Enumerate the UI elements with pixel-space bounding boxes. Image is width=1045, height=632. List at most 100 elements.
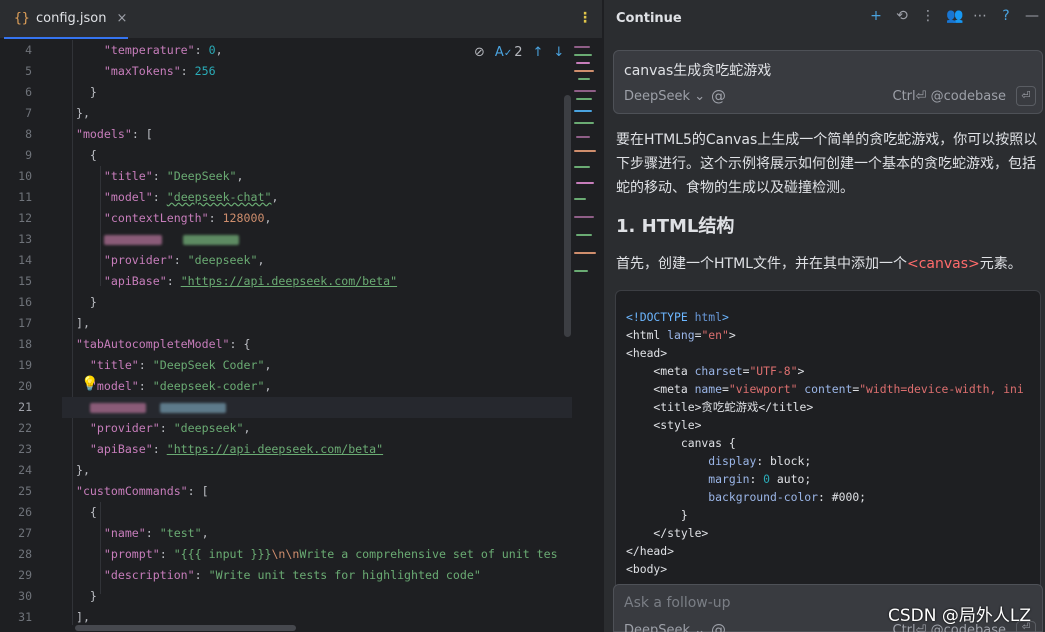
arrow-down-icon[interactable]: ↓ [553, 45, 564, 60]
at-mention-icon[interactable]: @ [711, 87, 726, 105]
json-string: "deepseek-chat" [166, 190, 272, 204]
json-string: "deepseek-coder" [152, 379, 265, 393]
panel-title: Continue [616, 11, 682, 26]
code-token: > [728, 328, 736, 342]
line-number: 18 [18, 337, 32, 351]
code-token: charset [694, 364, 743, 378]
panel-header: Continue + ⟲ ⋮ 👥 ⋯ ? — [604, 0, 1045, 39]
code-token: content [797, 382, 853, 396]
code-token: <!DOCTYPE [626, 310, 695, 324]
code-token: : [749, 472, 764, 486]
code-line: </style> [626, 526, 709, 540]
code-line: <head> [626, 346, 668, 360]
inline-code: <canvas> [906, 256, 980, 272]
code-area[interactable]: "temperature": 0, "maxTokens": 256 } }, … [62, 40, 572, 625]
line-number: 23 [18, 442, 32, 456]
json-key: "models" [75, 127, 132, 141]
query-box[interactable]: canvas生成贪吃蛇游戏 DeepSeek ⌄ @ Ctrl⏎ @codeba… [613, 50, 1043, 114]
line-number: 19 [18, 358, 32, 372]
model-selector[interactable]: DeepSeek ⌄ [624, 89, 705, 104]
json-key: "description" [103, 568, 195, 582]
code-token: auto; [770, 472, 812, 486]
json-key: "apiBase" [89, 442, 153, 456]
json-key: "provider" [103, 253, 174, 267]
code-token: "en" [701, 328, 729, 342]
continue-panel: Continue + ⟲ ⋮ 👥 ⋯ ? — canvas生成贪吃蛇游戏 Dee… [603, 0, 1045, 632]
line-number: 26 [18, 505, 32, 519]
json-url[interactable]: "https://api.deepseek.com/beta" [181, 274, 397, 288]
line-number: 5 [25, 64, 32, 78]
arrow-up-icon[interactable]: ↑ [532, 45, 543, 60]
line-number: 25 [18, 484, 32, 498]
more-horizontal-icon[interactable]: ⋯ [972, 8, 988, 24]
code-token: lang [667, 328, 695, 342]
line-number: 4 [25, 43, 32, 57]
redacted-key [89, 402, 146, 413]
json-key: "maxTokens" [103, 64, 181, 78]
close-icon[interactable]: × [117, 11, 128, 26]
minimap[interactable] [574, 40, 600, 290]
followup-placeholder[interactable]: Ask a follow-up [624, 595, 731, 611]
code-token: html [694, 310, 723, 324]
plus-icon[interactable]: + [868, 8, 884, 24]
code-token: = [722, 382, 729, 396]
inspection-widget[interactable]: ⊘ A✓ 2 ↑ ↓ [474, 45, 564, 60]
code-token: > [722, 310, 729, 324]
code-token: 0 [763, 472, 771, 486]
step-text-b: 元素。 [979, 256, 1022, 272]
enter-icon[interactable]: ⏎ [1016, 86, 1036, 106]
lightbulb-icon[interactable]: 💡 [81, 376, 98, 392]
line-number: 10 [18, 169, 32, 183]
horizontal-scrollbar[interactable] [75, 625, 296, 631]
json-number: 128000 [222, 211, 265, 225]
line-number: 22 [18, 421, 32, 435]
code-token: : block; [756, 454, 812, 468]
line-number: 20 [18, 379, 32, 393]
json-number: 0 [208, 43, 216, 57]
json-key: "temperature" [103, 43, 195, 57]
eye-slash-icon[interactable]: ⊘ [474, 45, 485, 60]
redacted-key [103, 234, 162, 245]
line-number: 30 [18, 589, 32, 603]
json-string: "test" [159, 526, 202, 540]
redacted-value [182, 234, 239, 245]
line-number: 24 [18, 463, 32, 477]
code-line: } [626, 508, 688, 522]
history-icon[interactable]: ⟲ [894, 8, 910, 24]
model-selector[interactable]: DeepSeek ⌄ [624, 623, 705, 632]
line-number: 15 [18, 274, 32, 288]
line-number: 7 [25, 106, 32, 120]
json-key: "customCommands" [75, 484, 188, 498]
code-token: <html [626, 328, 668, 342]
model-label: DeepSeek [624, 89, 691, 104]
minimize-icon[interactable]: — [1024, 8, 1040, 24]
line-number: 9 [25, 148, 32, 162]
json-string: "DeepSeek" [166, 169, 237, 183]
tab-config-json[interactable]: {} config.json × [4, 0, 128, 39]
help-icon[interactable]: ? [998, 8, 1014, 24]
more-vertical-icon[interactable]: ⋮ [920, 8, 936, 24]
code-line: <title>贪吃蛇游戏</title> [626, 400, 814, 414]
model-label: DeepSeek [624, 623, 691, 632]
query-text[interactable]: canvas生成贪吃蛇游戏 [624, 60, 771, 80]
people-icon[interactable]: 👥 [946, 8, 963, 24]
chevron-down-icon: ⌄ [694, 623, 706, 632]
code-token: : #000; [818, 490, 867, 504]
json-string: Write a comprehensive set of unit tes [299, 547, 558, 561]
json-string: "deepseek" [187, 253, 258, 267]
spellcheck-icon: A✓ [494, 45, 513, 60]
code-line: <body> [626, 562, 668, 576]
at-mention-icon[interactable]: @ [711, 621, 726, 632]
line-number: 28 [18, 547, 32, 561]
code-block[interactable]: <!DOCTYPE html> <html lang="en"> <head> … [615, 290, 1041, 590]
json-url[interactable]: "https://api.deepseek.com/beta" [167, 442, 383, 456]
more-vertical-icon[interactable]: ⋮ [578, 10, 592, 26]
code-token: display [626, 454, 757, 468]
code-token: <meta [626, 364, 695, 378]
inspection-count: 2 [514, 45, 523, 60]
vertical-scrollbar[interactable] [564, 95, 571, 337]
editor-pane: {} config.json × ⋮ 4 5 6 7 8 9 10 11 12 13 14 15 16 1… [0, 0, 602, 632]
step-text: 首先，创建一个HTML文件，并在其中添加一个<canvas>元素。 [616, 253, 1022, 273]
code-token: "viewport" [728, 382, 798, 396]
line-number: 29 [18, 568, 32, 582]
